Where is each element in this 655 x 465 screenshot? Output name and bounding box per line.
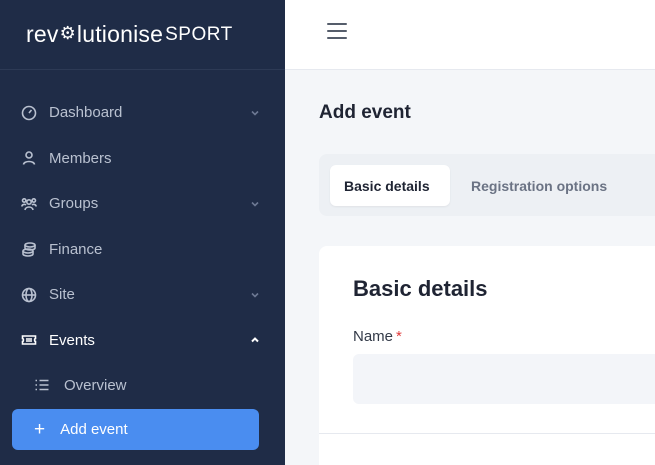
required-asterisk: * xyxy=(396,328,402,345)
people-group-icon xyxy=(20,195,38,213)
logo-text-part: rev xyxy=(26,21,59,47)
dashboard-gauge-icon xyxy=(20,104,38,122)
sidebar-item-label: Finance xyxy=(49,240,103,258)
sidebar: rev ⚙ lutionise SPORT Dashboard Members Gro… xyxy=(0,0,285,465)
name-label-text: Name xyxy=(353,328,394,345)
main-content: Add event Basic details Registration opt… xyxy=(285,70,655,465)
sidebar-item-finance[interactable]: Finance xyxy=(0,227,285,273)
brand-logo[interactable]: rev ⚙ lutionise SPORT xyxy=(0,0,285,70)
person-icon xyxy=(20,149,38,167)
tab-basic-details[interactable]: Basic details xyxy=(330,165,450,206)
card-divider xyxy=(319,433,655,434)
chevron-down-icon xyxy=(249,198,261,210)
list-icon xyxy=(34,377,52,393)
sidebar-item-label: Members xyxy=(49,149,112,167)
logo-sport-text: SPORT xyxy=(165,23,233,45)
sidebar-subitem-add-event[interactable]: + Add event xyxy=(12,409,259,450)
tab-bar: Basic details Registration options xyxy=(319,154,655,216)
chevron-down-icon xyxy=(249,107,261,119)
name-field-label: Name * xyxy=(353,328,402,345)
sidebar-nav: Dashboard Members Groups Finance Site Ev… xyxy=(0,90,285,407)
logo-gear-glyph: ⚙ xyxy=(59,23,76,43)
sidebar-item-label: Dashboard xyxy=(49,104,123,122)
sidebar-item-dashboard[interactable]: Dashboard xyxy=(0,90,285,136)
sidebar-subitem-overview[interactable]: Overview xyxy=(0,363,285,407)
sidebar-item-members[interactable]: Members xyxy=(0,136,285,182)
basic-details-card: Basic details Name * xyxy=(319,246,655,465)
card-title: Basic details xyxy=(353,276,488,301)
tab-registration-options[interactable]: Registration options xyxy=(457,165,621,206)
logo-text-part: lutionise xyxy=(76,21,164,47)
sidebar-subitem-label: Overview xyxy=(64,376,127,394)
ticket-icon xyxy=(20,331,38,349)
sidebar-item-site[interactable]: Site xyxy=(0,272,285,318)
chevron-down-icon xyxy=(249,289,261,301)
sidebar-item-events[interactable]: Events xyxy=(0,318,285,364)
sidebar-item-label: Groups xyxy=(49,195,99,213)
sidebar-item-label: Events xyxy=(49,331,95,349)
hamburger-icon[interactable] xyxy=(327,23,347,39)
sidebar-subitem-label: Add event xyxy=(60,421,128,438)
globe-icon xyxy=(20,286,38,304)
name-input[interactable] xyxy=(353,354,655,404)
page-title: Add event xyxy=(319,102,411,123)
top-bar xyxy=(285,0,655,70)
plus-icon: + xyxy=(34,419,46,440)
sidebar-item-groups[interactable]: Groups xyxy=(0,181,285,227)
sidebar-item-label: Site xyxy=(49,286,75,304)
coins-icon xyxy=(20,240,38,258)
chevron-up-icon xyxy=(249,334,261,346)
